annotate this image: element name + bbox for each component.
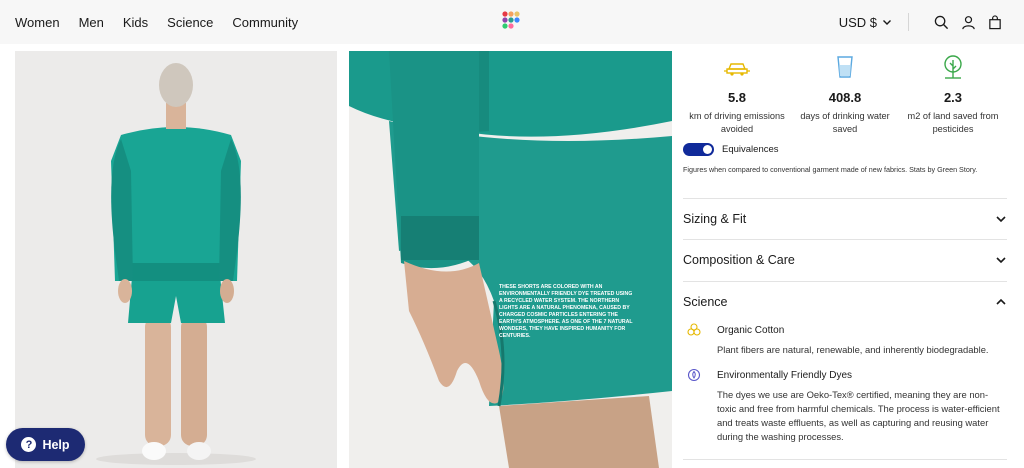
accordion-title: Composition & Care — [683, 253, 795, 267]
currency-label: USD $ — [838, 14, 877, 30]
help-label: Help — [42, 437, 70, 452]
chevron-down-icon — [995, 213, 1007, 225]
account-icon[interactable] — [959, 13, 977, 31]
nav-community[interactable]: Community — [232, 15, 298, 30]
tree-icon — [944, 55, 962, 79]
nav-men[interactable]: Men — [79, 15, 104, 30]
cotton-icon — [683, 323, 717, 337]
site-header: Women Men Kids Science Community USD $ — [0, 0, 1024, 44]
water-glass-icon — [837, 56, 853, 78]
science-item-friendly-dyes: Environmentally Friendly Dyes The dyes w… — [683, 368, 1007, 444]
nav-women[interactable]: Women — [15, 15, 60, 30]
product-info-panel: 5.8 km of driving emissions avoided 408.… — [683, 44, 1007, 468]
equivalences-row: Equivalences — [683, 143, 779, 156]
science-item-title: Environmentally Friendly Dyes — [717, 369, 853, 381]
garment-print-text: THESE SHORTS ARE COLORED WITH AN ENVIRON… — [499, 284, 633, 339]
product-photo-back-view[interactable] — [15, 51, 337, 468]
chevron-up-icon — [995, 296, 1007, 308]
impact-stat-land: 2.3 m2 of land saved from pesticides — [899, 52, 1007, 136]
impact-value: 2.3 — [943, 90, 963, 105]
equivalences-label: Equivalences — [722, 144, 779, 155]
chevron-down-icon — [883, 20, 891, 25]
equivalences-toggle[interactable] — [683, 143, 714, 156]
help-button[interactable]: ? Help — [6, 428, 85, 461]
accordion-composition-care[interactable]: Composition & Care — [683, 239, 1007, 280]
currency-selector[interactable]: USD $ — [839, 15, 892, 30]
impact-stat-water: 408.8 days of drinking water saved — [791, 52, 899, 136]
science-item-organic-cotton: Organic Cotton Plant fibers are natural,… — [683, 323, 1007, 357]
science-item-title: Organic Cotton — [717, 324, 785, 336]
impact-value: 408.8 — [828, 90, 862, 105]
section-divider — [683, 459, 1007, 460]
product-photo-shorts-detail[interactable]: THESE SHORTS ARE COLORED WITH AN ENVIRON… — [349, 51, 672, 468]
question-icon: ? — [21, 437, 37, 452]
impact-stats: 5.8 km of driving emissions avoided 408.… — [683, 52, 1007, 136]
brand-logo[interactable] — [502, 11, 520, 31]
impact-label: km of driving emissions avoided — [689, 111, 785, 134]
accordion-title: Science — [683, 295, 728, 309]
impact-stat-driving: 5.8 km of driving emissions avoided — [683, 52, 791, 136]
accordion-sizing-fit[interactable]: Sizing & Fit — [683, 198, 1007, 239]
nav-kids[interactable]: Kids — [123, 15, 148, 30]
cart-bag-icon[interactable] — [986, 13, 1004, 31]
header-divider — [908, 13, 909, 31]
accordion-science[interactable]: Science — [683, 281, 1007, 322]
science-item-description: The dyes we use are Oeko-Tex® certified,… — [717, 389, 1000, 442]
impact-label: m2 of land saved from pesticides — [907, 111, 999, 134]
search-icon[interactable] — [932, 13, 950, 31]
header-actions: USD $ — [839, 0, 1004, 44]
impact-label: days of drinking water saved — [800, 111, 890, 134]
equivalences-note: Figures when compared to conventional ga… — [683, 165, 978, 174]
chevron-down-icon — [995, 254, 1007, 266]
impact-value: 5.8 — [727, 90, 747, 105]
main-nav: Women Men Kids Science Community — [15, 15, 317, 30]
accordion-title: Sizing & Fit — [683, 212, 747, 226]
car-icon — [724, 63, 750, 76]
nav-science[interactable]: Science — [167, 15, 213, 30]
science-item-description: Plant fibers are natural, renewable, and… — [717, 344, 989, 355]
dye-icon — [683, 368, 717, 382]
